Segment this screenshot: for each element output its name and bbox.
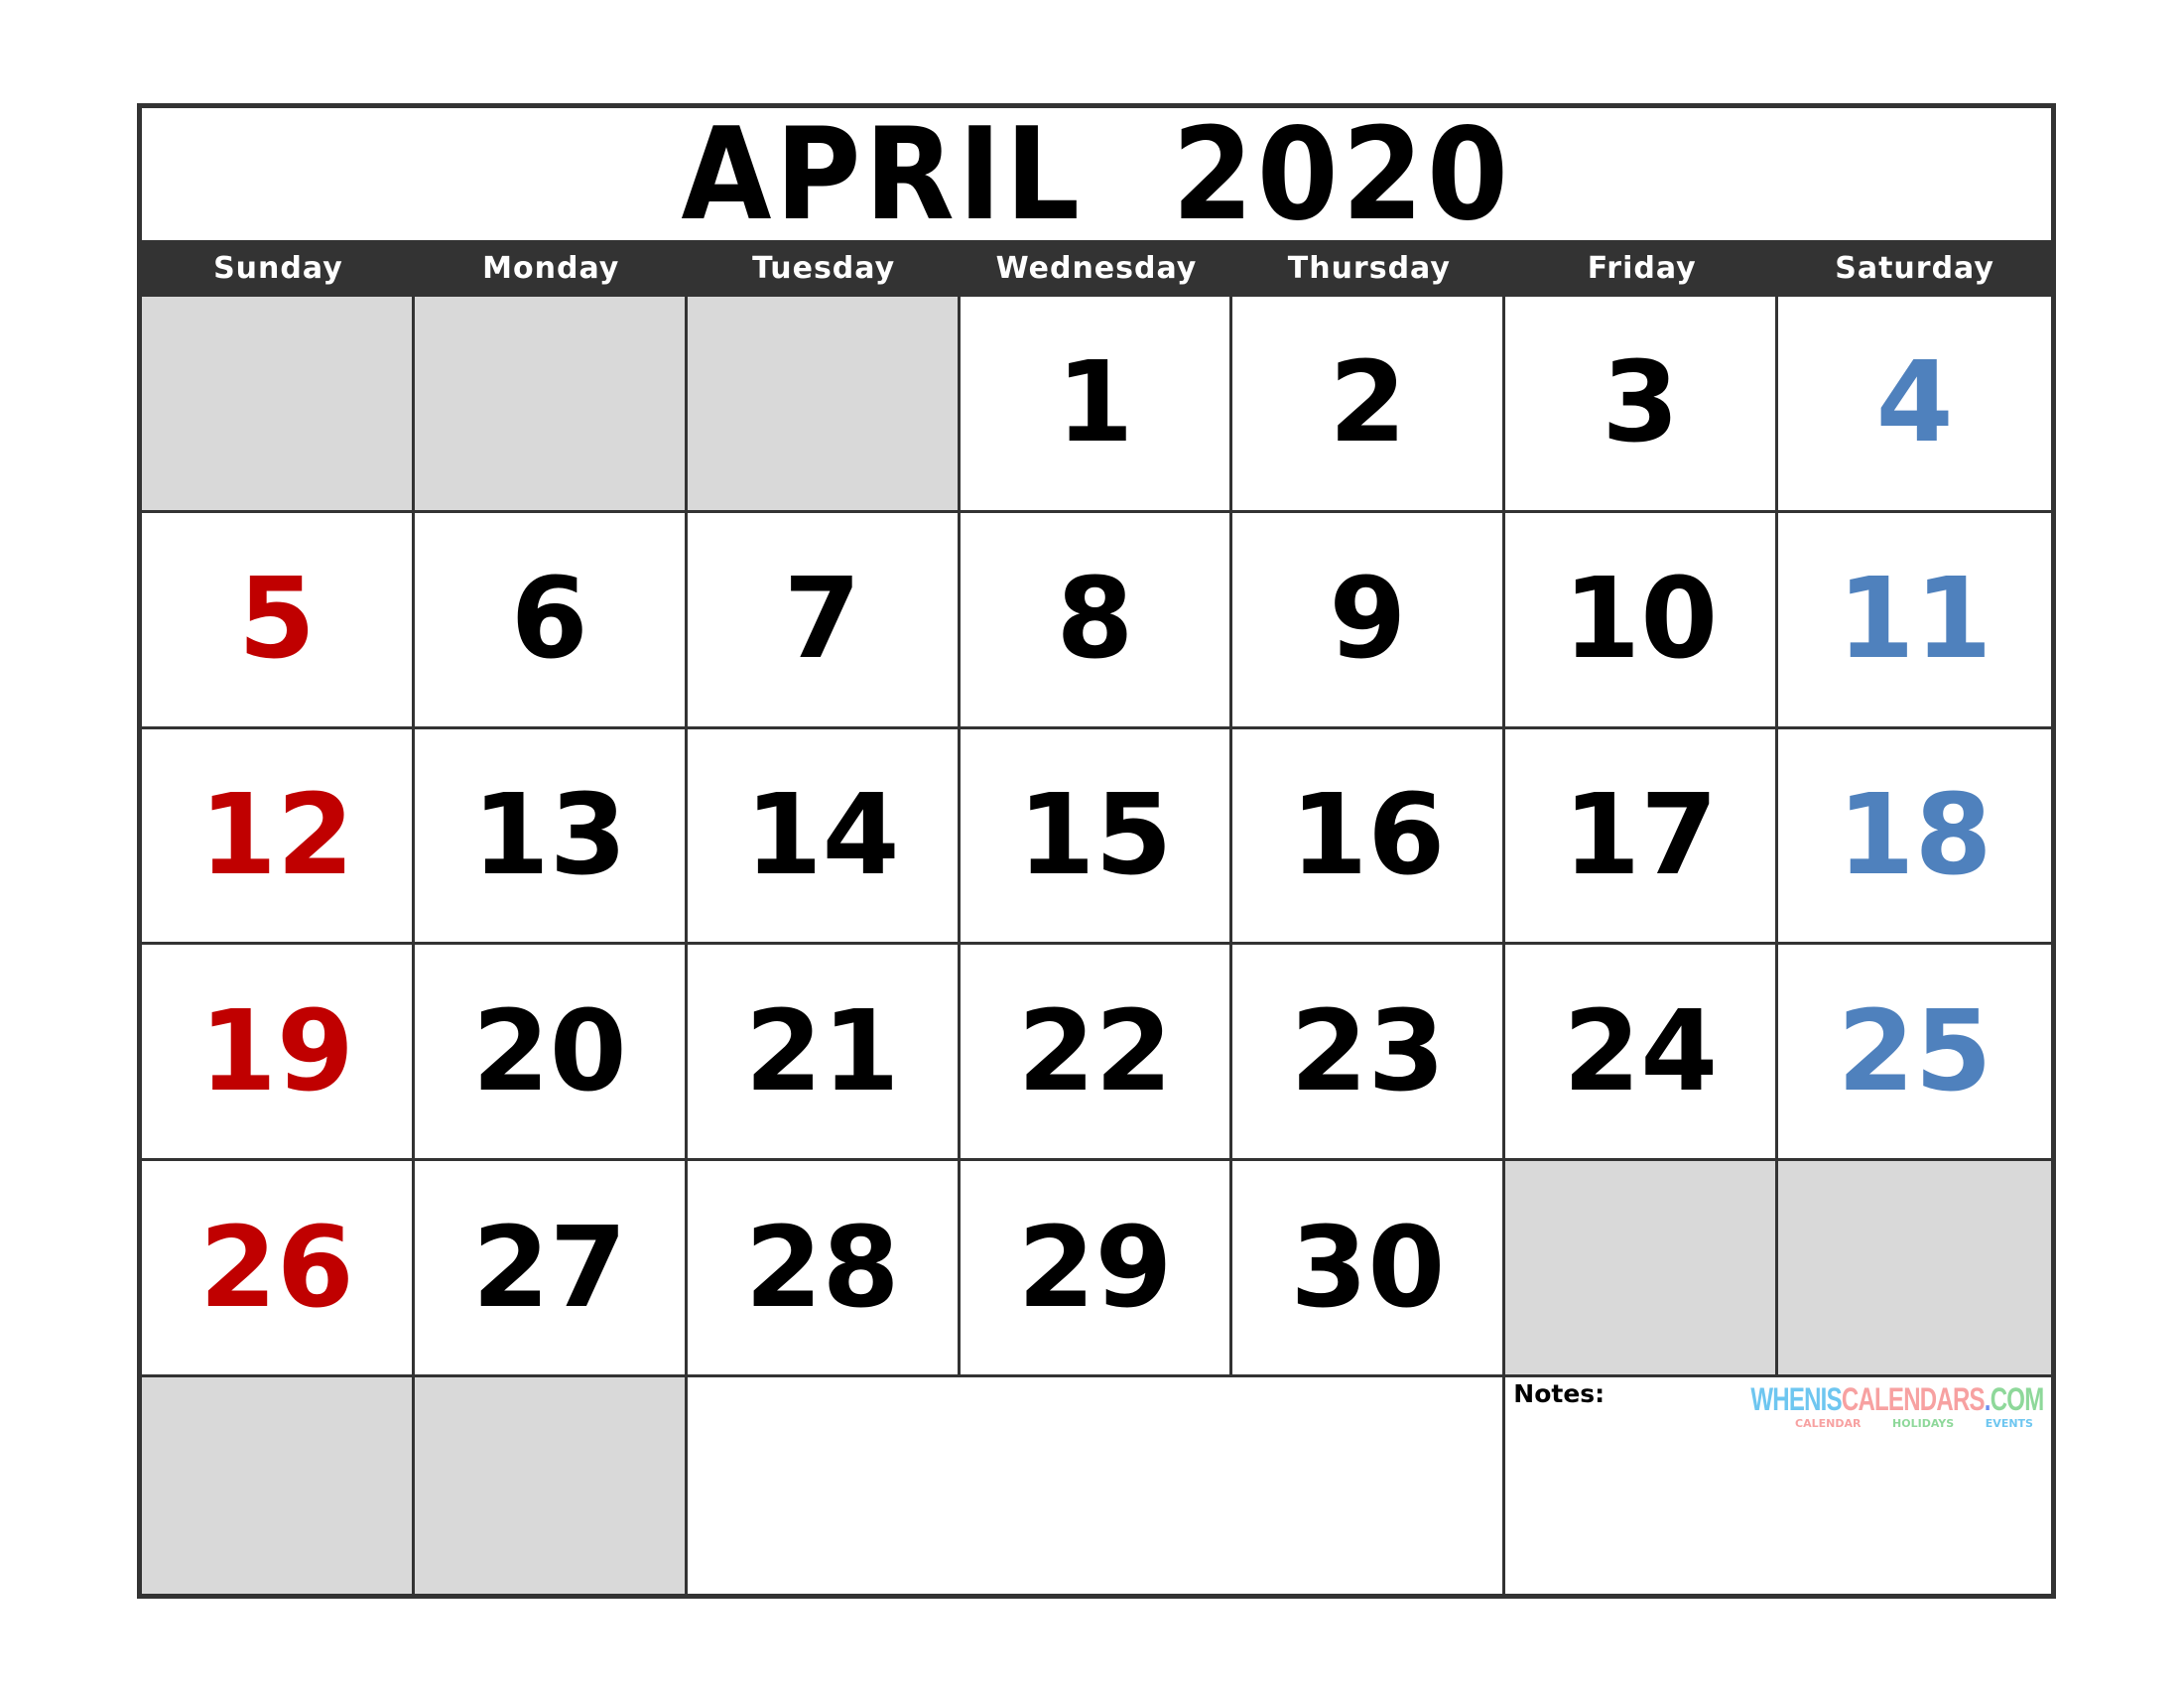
day-cell-19[interactable]: 19 xyxy=(142,945,415,1162)
day-cell-21[interactable]: 21 xyxy=(687,945,961,1162)
day-cell-9[interactable]: 9 xyxy=(1232,512,1506,729)
logo-tagline-item: EVENTS xyxy=(1985,1417,2033,1431)
day-cell-8[interactable]: 8 xyxy=(960,512,1233,729)
blank-area xyxy=(687,1377,1506,1594)
empty-day-cell xyxy=(414,1377,688,1594)
logo-part: . xyxy=(1984,1381,1991,1418)
day-cell-18[interactable]: 18 xyxy=(1778,729,2051,946)
dow-tuesday: Tuesday xyxy=(752,251,896,286)
day-cell-13[interactable]: 13 xyxy=(414,728,688,946)
day-cell-23[interactable]: 23 xyxy=(1232,945,1506,1162)
logo-wordmark: WHENISCALENDARS.COM xyxy=(1749,1381,2044,1418)
dow-wednesday: Wednesday xyxy=(995,251,1198,286)
dow-sunday: Sunday xyxy=(213,251,343,286)
day-cell-3[interactable]: 3 xyxy=(1505,297,1779,513)
title-gap xyxy=(1084,101,1172,249)
day-cell-6[interactable]: 6 xyxy=(414,512,688,729)
notes-box[interactable]: Notes: WHENISCALENDARS.COM CALENDAR HOLIDAY… xyxy=(1505,1377,2051,1594)
empty-day-cell xyxy=(1778,1161,2051,1378)
calendar-title: APRIL 2020 xyxy=(218,101,1975,249)
day-cell-11[interactable]: 11 xyxy=(1778,513,2051,729)
empty-day-cell xyxy=(687,297,961,513)
title-year: 2020 xyxy=(1172,101,1512,249)
day-cell-25[interactable]: 25 xyxy=(1778,945,2051,1162)
dow-thursday: Thursday xyxy=(1287,251,1451,286)
logo-part: CALENDARS xyxy=(1841,1381,1985,1418)
logo-part: WHENIS xyxy=(1749,1381,1842,1418)
day-of-week-header: Sunday Monday Tuesday Wednesday Thursday… xyxy=(142,240,2051,297)
day-cell-27[interactable]: 27 xyxy=(414,1161,688,1378)
day-cell-20[interactable]: 20 xyxy=(414,945,688,1162)
day-cell-7[interactable]: 7 xyxy=(687,512,961,729)
dow-friday: Friday xyxy=(1587,251,1697,286)
day-cell-10[interactable]: 10 xyxy=(1505,512,1779,729)
logo-part: COM xyxy=(1990,1381,2043,1418)
empty-day-cell xyxy=(142,1377,415,1594)
empty-day-cell xyxy=(142,297,415,513)
site-logo: WHENISCALENDARS.COM CALENDAR HOLIDAYS EVENT… xyxy=(1653,1381,2044,1430)
notes-label: Notes: xyxy=(1513,1379,1606,1409)
day-cell-15[interactable]: 15 xyxy=(960,728,1233,946)
dow-saturday: Saturday xyxy=(1835,251,1994,286)
day-cell-2[interactable]: 2 xyxy=(1232,297,1506,513)
day-cell-22[interactable]: 22 xyxy=(960,945,1233,1162)
day-cell-17[interactable]: 17 xyxy=(1505,728,1779,946)
calendar-frame: APRIL 2020 Sunday Monday Tuesday Wednesd… xyxy=(137,101,2056,1599)
day-cell-26[interactable]: 26 xyxy=(142,1161,415,1378)
dow-monday: Monday xyxy=(482,251,620,286)
logo-tagline-item: HOLIDAYS xyxy=(1892,1417,1955,1431)
day-cell-5[interactable]: 5 xyxy=(142,512,415,729)
day-cell-14[interactable]: 14 xyxy=(687,728,961,946)
logo-tagline: CALENDAR HOLIDAYS EVENTS xyxy=(1795,1417,2033,1430)
day-cell-12[interactable]: 12 xyxy=(142,728,415,946)
day-cell-28[interactable]: 28 xyxy=(687,1161,961,1378)
day-cell-4[interactable]: 4 xyxy=(1778,297,2051,513)
day-cell-30[interactable]: 30 xyxy=(1232,1161,1506,1378)
calendar-grid: 1 2 3 4 5 6 7 8 9 10 11 12 13 14 15 16 17 18 19 20 21 22 23 24 2… xyxy=(142,297,2051,1594)
day-cell-16[interactable]: 16 xyxy=(1232,728,1506,946)
empty-day-cell xyxy=(1505,1161,1779,1378)
day-cell-1[interactable]: 1 xyxy=(960,297,1233,513)
day-cell-29[interactable]: 29 xyxy=(960,1161,1233,1378)
logo-tagline-item: CALENDAR xyxy=(1795,1417,1862,1431)
day-cell-24[interactable]: 24 xyxy=(1505,945,1779,1162)
empty-day-cell xyxy=(414,297,688,513)
title-month: APRIL xyxy=(681,101,1084,249)
